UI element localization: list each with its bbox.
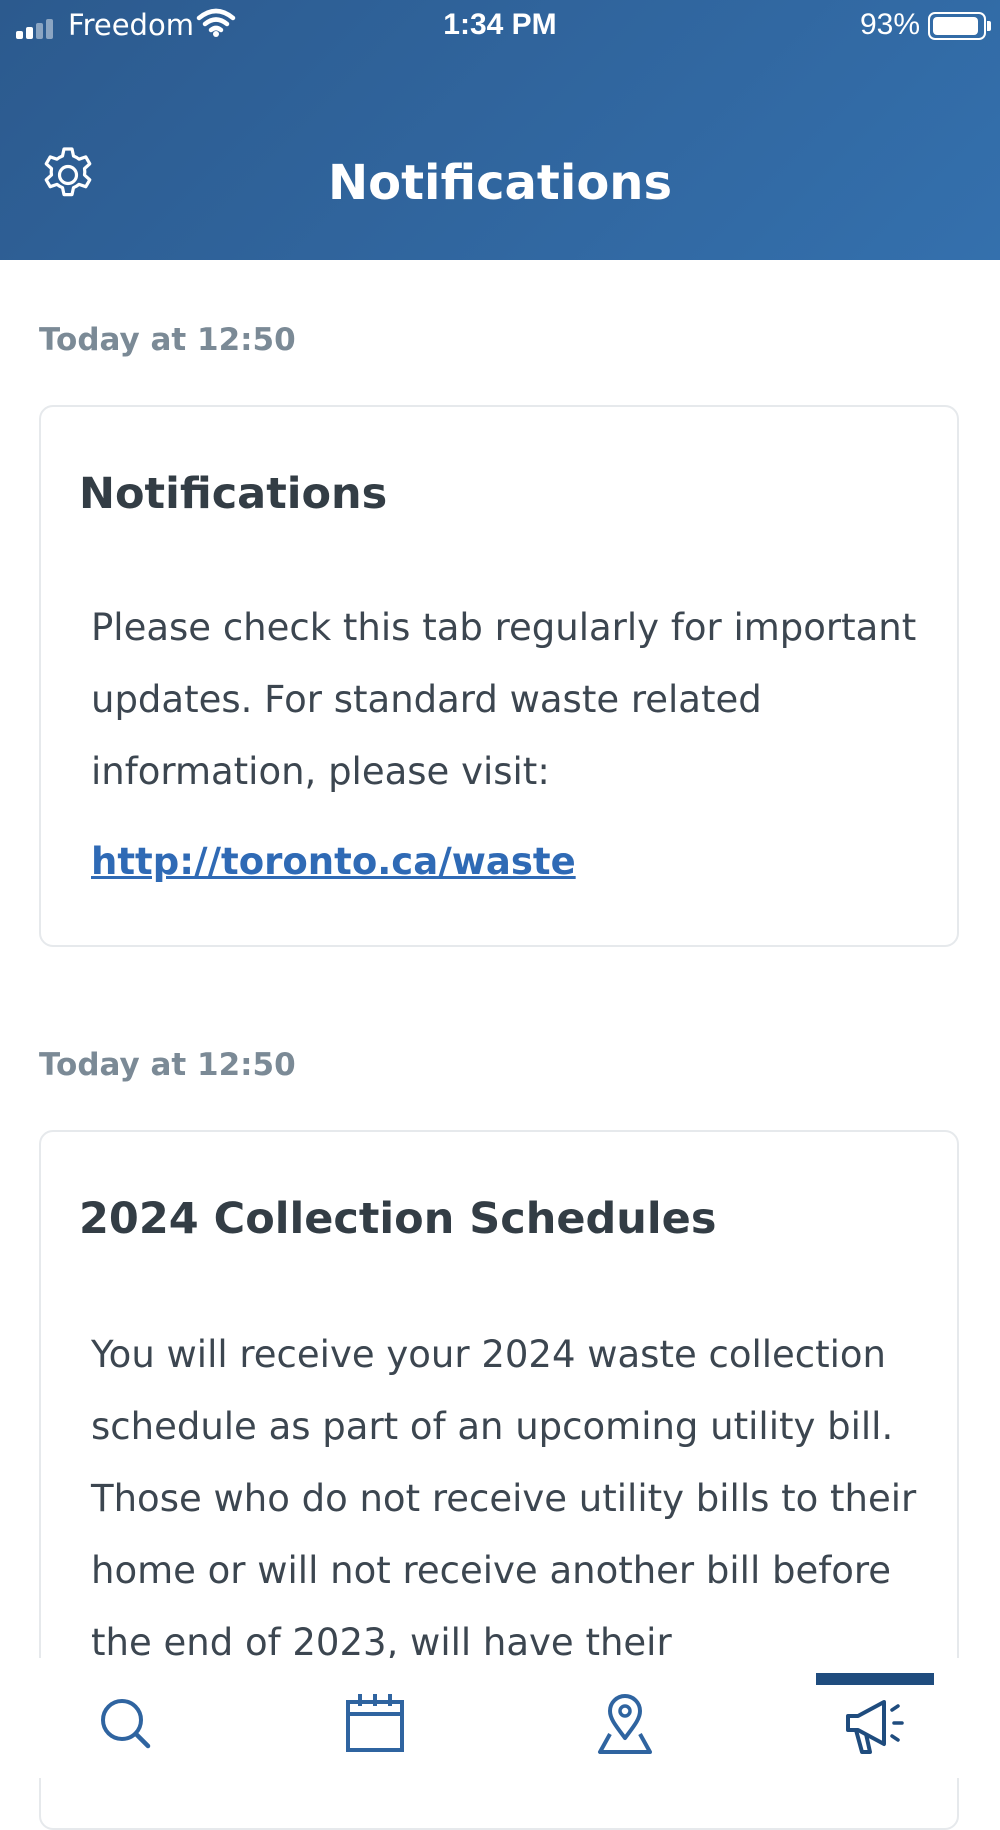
notification-body-text: You will receive your 2024 waste collect… xyxy=(91,1333,917,1664)
notification-body-text: Please check this tab regularly for impo… xyxy=(91,606,917,793)
app-header: Freedom 1:34 PM 93% Notifications xyxy=(0,0,1000,260)
bottom-nav xyxy=(0,1658,1000,1778)
notification-body: Please check this tab regularly for impo… xyxy=(91,592,917,898)
status-bar: Freedom 1:34 PM 93% xyxy=(0,0,1000,50)
megaphone-icon[interactable] xyxy=(840,1688,910,1758)
notification-card[interactable]: Notifications Please check this tab regu… xyxy=(39,405,959,947)
waste-info-link[interactable]: http://toronto.ca/waste xyxy=(91,826,917,898)
notification-title: 2024 Collection Schedules xyxy=(79,1194,717,1244)
battery-icon xyxy=(928,12,991,40)
notification-timestamp: Today at 12:50 xyxy=(39,322,296,358)
map-pin-icon[interactable] xyxy=(590,1688,660,1758)
notification-timestamp: Today at 12:50 xyxy=(39,1047,296,1083)
active-tab-indicator xyxy=(816,1673,934,1685)
search-icon[interactable] xyxy=(90,1688,160,1758)
notification-title: Notifications xyxy=(79,469,388,519)
calendar-icon[interactable] xyxy=(340,1688,410,1758)
battery-percent: 93% xyxy=(859,8,920,41)
status-time: 1:34 PM xyxy=(443,8,557,41)
page-title: Notifications xyxy=(327,155,673,211)
